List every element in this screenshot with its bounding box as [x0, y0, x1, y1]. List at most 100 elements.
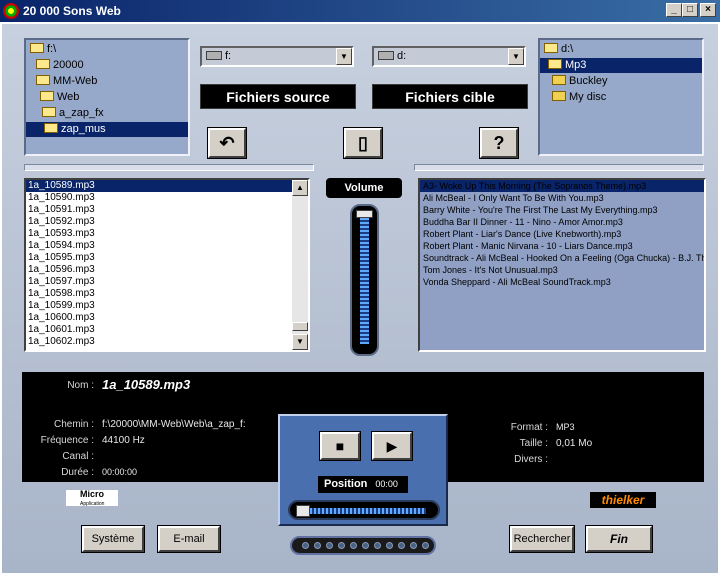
thielker-logo: thielker	[590, 492, 656, 508]
led-icon	[338, 542, 345, 549]
drive-icon	[206, 51, 222, 60]
list-item[interactable]: Vonda Sheppard - Ali McBeal SoundTrack.m…	[420, 276, 704, 288]
list-item[interactable]: Barry White - You're The First The Last …	[420, 204, 704, 216]
list-item[interactable]: 1a_10598.mp3	[26, 288, 308, 300]
folder-icon	[44, 123, 58, 133]
tree-node-mm-web[interactable]: MM-Web	[36, 74, 97, 89]
misc-label: Divers :	[514, 454, 548, 465]
email-button[interactable]: E-mail	[157, 525, 221, 553]
source-file-list[interactable]: 1a_10589.mp3 1a_10590.mp3 1a_10591.mp3 1…	[24, 178, 310, 352]
minimize-button[interactable]: _	[666, 3, 682, 17]
list-item[interactable]: 1a_10593.mp3	[26, 228, 308, 240]
tree-node-buckley[interactable]: Buckley	[552, 74, 608, 89]
list-item[interactable]: Robert Plant - Liar's Dance (Live Knebwo…	[420, 228, 704, 240]
led-icon	[374, 542, 381, 549]
list-item[interactable]: Buddha Bar II Dinner - 11 - Nino - Amor …	[420, 216, 704, 228]
list-item[interactable]: Soundtrack - Ali McBeal - Hooked On a Fe…	[420, 252, 704, 264]
finish-button[interactable]: Fin	[585, 525, 653, 553]
tree-node-d-drive[interactable]: d:\	[544, 42, 573, 57]
folder-icon	[544, 43, 558, 53]
tree-node-f-drive[interactable]: f:\	[30, 42, 56, 57]
list-item[interactable]: 1a_10594.mp3	[26, 240, 308, 252]
folder-icon	[552, 75, 566, 85]
led-icon	[398, 542, 405, 549]
list-item[interactable]: 1a_10597.mp3	[26, 276, 308, 288]
name-value: 1a_10589.mp3	[102, 377, 191, 392]
chevron-down-icon[interactable]: ▼	[336, 48, 352, 65]
tree-node-mp3[interactable]: Mp3	[540, 58, 702, 73]
duration-value: 00:00:00	[102, 467, 138, 477]
scroll-up-button[interactable]: ▲	[292, 180, 308, 196]
list-item[interactable]: Robert Plant - Manic Nirvana - 10 - Liar…	[420, 240, 704, 252]
tree-node-zap-mus[interactable]: zap_mus	[26, 122, 188, 137]
source-folder-tree[interactable]: f:\ 20000 MM-Web Web a_zap_fx zap_mus	[24, 38, 190, 156]
stop-button[interactable]: ■	[319, 431, 361, 461]
micro-application-logo: Micro Application	[66, 490, 118, 507]
vertical-scrollbar[interactable]: ▲ ▼	[292, 180, 308, 350]
window-title: 20 000 Sons Web	[23, 4, 121, 18]
list-item[interactable]: A3- Woke Up This Morning (The Sopranos T…	[420, 180, 704, 192]
volume-label: Volume	[326, 178, 402, 198]
volume-slider[interactable]	[350, 204, 379, 356]
scroll-thumb[interactable]	[292, 322, 308, 331]
frequency-value: 44100 Hz	[102, 435, 145, 446]
position-track	[302, 508, 426, 514]
source-drive-select[interactable]: f: ▼	[200, 46, 354, 67]
target-file-list[interactable]: A3- Woke Up This Morning (The Sopranos T…	[418, 178, 706, 352]
led-indicator-bar	[290, 536, 436, 555]
list-item[interactable]: 1a_10602.mp3	[26, 336, 308, 348]
tree-node-20000[interactable]: 20000	[36, 58, 84, 73]
maximize-button[interactable]: □	[682, 3, 698, 17]
folder-icon	[30, 43, 44, 53]
close-button[interactable]: ×	[700, 3, 716, 17]
list-item[interactable]: 1a_10600.mp3	[26, 312, 308, 324]
search-button[interactable]: Rechercher	[509, 525, 575, 553]
list-item[interactable]: Ali McBeal - I Only Want To Be With You.…	[420, 192, 704, 204]
folder-icon	[42, 107, 56, 117]
list-item[interactable]: 1a_10601.mp3	[26, 324, 308, 336]
name-label: Nom :	[67, 380, 94, 391]
undo-button[interactable]: ↶	[207, 127, 247, 159]
led-icon	[362, 542, 369, 549]
list-item[interactable]: Tom Jones - It's Not Unusual.mp3	[420, 264, 704, 276]
target-folder-tree[interactable]: d:\ Mp3 Buckley My disc	[538, 38, 704, 156]
format-value: MP3	[556, 422, 575, 432]
position-slider[interactable]	[288, 500, 440, 520]
title-bar: 20 000 Sons Web _ □ ×	[0, 0, 720, 22]
channel-label: Canal :	[62, 451, 94, 462]
folder-icon	[548, 59, 562, 69]
target-drive-select[interactable]: d: ▼	[372, 46, 526, 67]
path-value: f:\20000\MM-Web\Web\a_zap_f:	[102, 419, 246, 430]
systeme-button[interactable]: Système	[81, 525, 145, 553]
list-item[interactable]: 1a_10591.mp3	[26, 204, 308, 216]
main-frame: f:\ 20000 MM-Web Web a_zap_fx zap_mus f:…	[0, 22, 720, 575]
play-button[interactable]: ▶	[371, 431, 413, 461]
tree-node-a-zap-fx[interactable]: a_zap_fx	[42, 106, 104, 121]
divider	[24, 164, 314, 171]
chevron-down-icon[interactable]: ▼	[508, 48, 524, 65]
led-icon	[422, 542, 429, 549]
scroll-down-button[interactable]: ▼	[292, 334, 308, 350]
tree-node-web[interactable]: Web	[40, 90, 79, 105]
list-item[interactable]: 1a_10596.mp3	[26, 264, 308, 276]
folder-icon	[552, 91, 566, 101]
led-icon	[350, 542, 357, 549]
volume-knob[interactable]	[356, 210, 373, 218]
list-item[interactable]: 1a_10599.mp3	[26, 300, 308, 312]
position-knob[interactable]	[296, 505, 310, 517]
size-label: Taille :	[519, 438, 548, 449]
list-item[interactable]: 1a_10595.mp3	[26, 252, 308, 264]
list-item[interactable]: 1a_10590.mp3	[26, 192, 308, 204]
tree-node-my-disc[interactable]: My disc	[552, 90, 606, 105]
help-button[interactable]: ?	[479, 127, 519, 159]
app-icon	[3, 3, 19, 19]
transport-panel: ■ ▶ Position 00:00	[278, 414, 448, 526]
list-item[interactable]: 1a_10589.mp3	[26, 180, 292, 192]
list-item[interactable]: 1a_10592.mp3	[26, 216, 308, 228]
led-icon	[386, 542, 393, 549]
divider	[414, 164, 704, 171]
folder-icon	[40, 91, 54, 101]
copy-button[interactable]: ▯	[343, 127, 383, 159]
folder-icon	[36, 59, 50, 69]
position-label: Position	[324, 478, 368, 490]
